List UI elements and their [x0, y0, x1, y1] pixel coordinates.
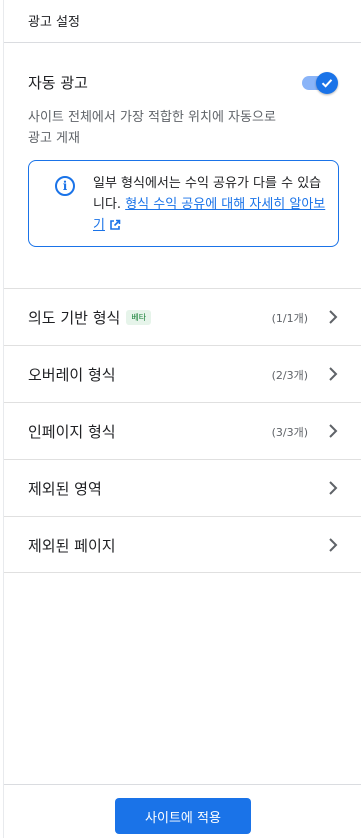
check-icon — [321, 79, 333, 88]
revenue-share-notice: i 일부 형식에서는 수익 공유가 다를 수 있습니다. 형식 수익 공유에 대… — [28, 160, 339, 247]
row-label: 제외된 영역 — [28, 480, 102, 498]
row-label: 의도 기반 형식 베타 — [28, 307, 152, 328]
row-intent-formats[interactable]: 의도 기반 형식 베타 (1/1개) — [4, 288, 361, 345]
row-label-text: 의도 기반 형식 — [28, 309, 121, 327]
settings-list: 의도 기반 형식 베타 (1/1개) 오버레이 형식 (2/3개) 인페이지 형식… — [4, 288, 361, 573]
toggle-thumb — [316, 72, 338, 94]
chevron-right-icon — [329, 424, 338, 438]
learn-more-link[interactable]: 형식 수익 공유에 대해 자세히 알아보기 — [93, 197, 325, 233]
row-label: 제외된 페이지 — [28, 537, 116, 555]
chevron-right-icon — [329, 310, 338, 324]
row-overlay-formats[interactable]: 오버레이 형식 (2/3개) — [4, 345, 361, 402]
row-inpage-formats[interactable]: 인페이지 형식 (3/3개) — [4, 402, 361, 459]
chevron-right-icon — [329, 481, 338, 495]
chevron-right-icon — [329, 367, 338, 381]
row-count: (1/1개) — [271, 312, 308, 325]
row-label: 인페이지 형식 — [28, 423, 116, 441]
row-excluded-areas[interactable]: 제외된 영역 — [4, 459, 361, 516]
chevron-right-icon — [329, 538, 338, 552]
row-count: (2/3개) — [271, 369, 308, 382]
ad-settings-panel: 광고 설정 자동 광고 사이트 전체에서 가장 적합한 위치에 자동으로 광고 … — [3, 0, 361, 838]
apply-to-site-button[interactable]: 사이트에 적용 — [115, 798, 251, 834]
auto-ads-toggle[interactable] — [302, 72, 340, 94]
info-icon: i — [55, 176, 75, 196]
learn-more-link-label: 형식 수익 공유에 대해 자세히 알아보기 — [93, 197, 326, 233]
panel-footer: 사이트에 적용 — [4, 784, 361, 838]
row-label: 오버레이 형식 — [28, 366, 116, 384]
row-excluded-pages[interactable]: 제외된 페이지 — [4, 516, 361, 573]
external-link-icon — [110, 219, 121, 230]
auto-ads-section: 자동 광고 사이트 전체에서 가장 적합한 위치에 자동으로 광고 게재 — [4, 43, 361, 149]
auto-ads-description: 사이트 전체에서 가장 적합한 위치에 자동으로 광고 게재 — [28, 110, 276, 146]
notice-text: 일부 형식에서는 수익 공유가 다를 수 있습니다. 형식 수익 공유에 대해 … — [93, 173, 327, 236]
panel-title: 광고 설정 — [28, 15, 80, 30]
row-count: (3/3개) — [271, 426, 308, 439]
panel-header: 광고 설정 — [4, 0, 361, 43]
beta-badge: 베타 — [126, 310, 152, 325]
